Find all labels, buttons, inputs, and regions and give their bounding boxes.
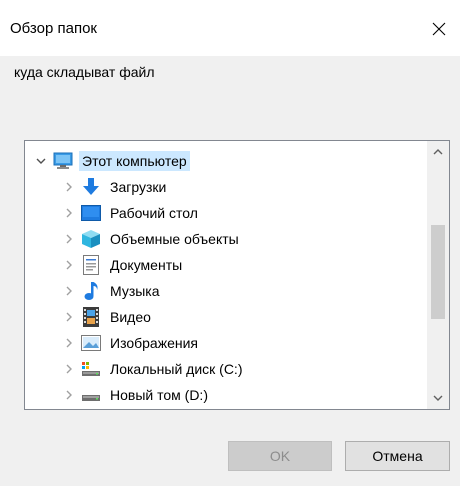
- close-icon: [432, 22, 446, 36]
- chevron-right-icon[interactable]: [61, 283, 77, 299]
- tree-item-label: Локальный диск (C:): [110, 361, 243, 377]
- tree-item-label: Документы: [110, 257, 183, 273]
- drive-icon: [81, 385, 101, 405]
- tree-item-label: Этот компьютер: [79, 151, 190, 171]
- tree-scrollbar[interactable]: [427, 141, 449, 409]
- chevron-right-icon[interactable]: [61, 361, 77, 377]
- chevron-right-icon[interactable]: [61, 335, 77, 351]
- computer-icon: [53, 151, 73, 171]
- tree-item-label: Рабочий стол: [110, 205, 198, 221]
- chevron-right-icon[interactable]: [61, 205, 77, 221]
- chevron-up-icon: [433, 149, 443, 155]
- 3d-objects-icon: [81, 229, 101, 249]
- folder-tree[interactable]: Этот компьютер Загрузки Рабочий стол Объ…: [24, 140, 450, 410]
- folder-tree-list: Этот компьютер Загрузки Рабочий стол Объ…: [25, 141, 427, 409]
- tree-item-desktop[interactable]: Рабочий стол: [61, 201, 201, 225]
- downloads-icon: [81, 177, 101, 197]
- chevron-down-icon[interactable]: [33, 153, 49, 169]
- tree-item-label: Объемные объекты: [110, 231, 239, 247]
- close-button[interactable]: [424, 14, 454, 44]
- tree-item-label: Изображения: [110, 335, 198, 351]
- tree-item-local-disk-c[interactable]: Локальный диск (C:): [61, 357, 246, 381]
- cancel-button[interactable]: Отмена: [345, 441, 450, 471]
- dialog-prompt: куда складыват файл: [14, 64, 155, 80]
- desktop-icon: [81, 203, 101, 223]
- tree-item-label: Новый том (D:): [110, 387, 208, 403]
- scroll-thumb[interactable]: [431, 225, 445, 319]
- tree-item-video[interactable]: Видео: [61, 305, 154, 329]
- scroll-down-button[interactable]: [427, 387, 449, 409]
- chevron-down-icon: [433, 395, 443, 401]
- tree-item-music[interactable]: Музыка: [61, 279, 163, 303]
- chevron-right-icon[interactable]: [61, 179, 77, 195]
- video-icon: [81, 307, 101, 327]
- chevron-right-icon[interactable]: [61, 257, 77, 273]
- chevron-right-icon[interactable]: [61, 387, 77, 403]
- title-bar: Обзор папок: [0, 0, 460, 56]
- tree-item-downloads[interactable]: Загрузки: [61, 175, 169, 199]
- ok-button[interactable]: OK: [228, 441, 332, 471]
- tree-item-label: Видео: [110, 309, 151, 325]
- tree-item-this-pc[interactable]: Этот компьютер: [33, 149, 190, 173]
- tree-item-new-volume-d[interactable]: Новый том (D:): [61, 383, 211, 407]
- chevron-right-icon[interactable]: [61, 231, 77, 247]
- pictures-icon: [81, 333, 101, 353]
- tree-item-pictures[interactable]: Изображения: [61, 331, 201, 355]
- chevron-right-icon[interactable]: [61, 309, 77, 325]
- music-icon: [81, 281, 101, 301]
- local-disk-icon: [81, 359, 101, 379]
- scroll-up-button[interactable]: [427, 141, 449, 163]
- documents-icon: [81, 255, 101, 275]
- tree-item-label: Музыка: [110, 283, 160, 299]
- browse-folder-dialog: Обзор папок куда складыват файл Этот ком…: [0, 0, 460, 486]
- tree-item-label: Загрузки: [110, 179, 167, 195]
- dialog-title: Обзор папок: [10, 20, 97, 37]
- tree-item-3d-objects[interactable]: Объемные объекты: [61, 227, 242, 251]
- tree-item-documents[interactable]: Документы: [61, 253, 185, 277]
